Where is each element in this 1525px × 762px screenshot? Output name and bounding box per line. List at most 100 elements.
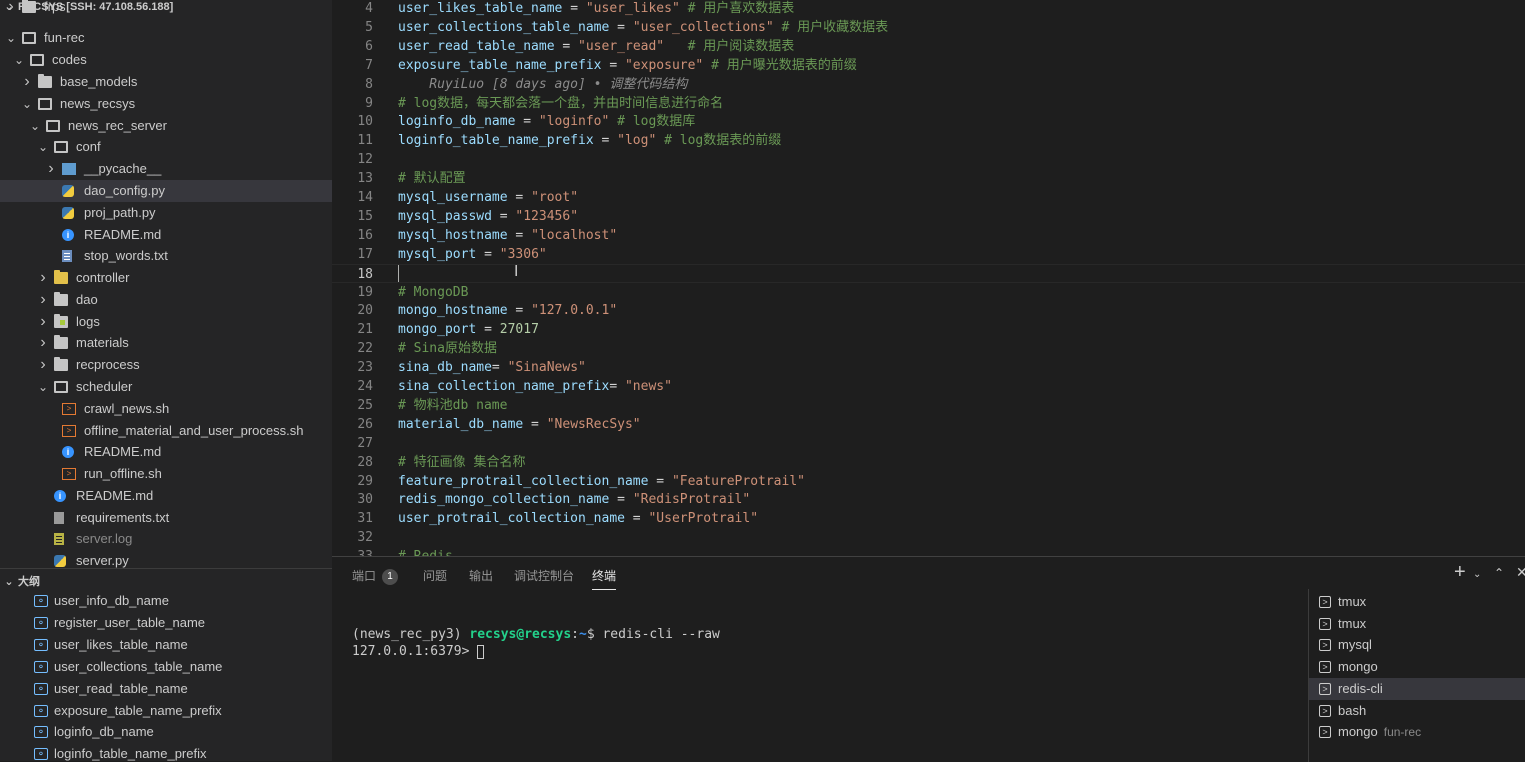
- chevron-right-icon: ›: [40, 313, 46, 330]
- tree-item[interactable]: ⌄ conf: [0, 136, 332, 158]
- terminal-instance[interactable]: > mysql: [1309, 634, 1525, 656]
- code-text: feature_protrail_collection_name = "Feat…: [398, 472, 805, 491]
- tree-item[interactable]: proj_path.py: [0, 202, 332, 224]
- code-token: 27017: [499, 322, 539, 338]
- terminal-cursor: [477, 644, 485, 659]
- tree-item[interactable]: i README.md: [0, 485, 332, 507]
- panel-tab[interactable]: 问题: [423, 567, 447, 589]
- code-token: "SinaNews": [507, 360, 586, 376]
- panel-tab-label: 输出: [469, 569, 494, 583]
- tree-item[interactable]: › recprocess: [0, 354, 332, 376]
- tree-item[interactable]: > crawl_news.sh: [0, 398, 332, 420]
- code-line: 14 mysql_username = "root": [332, 188, 1525, 207]
- code-token: "user_read": [578, 38, 665, 54]
- code-line: 25 # 物料池db name: [332, 396, 1525, 415]
- outline-item[interactable]: ⚬ user_read_table_name: [0, 678, 332, 700]
- folder-icon: [54, 357, 68, 371]
- tree-item[interactable]: › logs: [0, 311, 332, 333]
- chevron-down-icon: ⌄: [21, 97, 33, 111]
- tree-item[interactable]: › __pycache__: [0, 158, 332, 180]
- tree-item[interactable]: i README.md: [0, 224, 332, 246]
- folder-icon: [54, 335, 68, 349]
- code-token: material_db_name: [398, 416, 524, 432]
- tree-item[interactable]: > run_offline.sh: [0, 463, 332, 485]
- sidebar: ⌄ RECSYS [SSH: 47.108.56.188] › frps ⌄ fun-r…: [0, 0, 332, 761]
- line-number: 31: [357, 511, 373, 527]
- code-token: user_read_table_name: [398, 38, 555, 54]
- terminal-instance[interactable]: > bash: [1309, 700, 1525, 722]
- outline-header[interactable]: ⌄ 大纲: [0, 573, 332, 588]
- tree-item[interactable]: › base_models: [0, 71, 332, 93]
- panel-tab[interactable]: 端口 1: [352, 567, 399, 589]
- code-line: 19 # MongoDB: [332, 283, 1525, 302]
- tree-item[interactable]: ⌄ codes: [0, 49, 332, 71]
- terminal-instance[interactable]: > mongo: [1309, 656, 1525, 678]
- code-token: =: [624, 511, 649, 527]
- text-file-icon: [62, 250, 72, 262]
- terminal-instance[interactable]: > redis-cli: [1309, 677, 1525, 700]
- tree-item[interactable]: > offline_material_and_user_process.sh: [0, 420, 332, 442]
- tree-item[interactable]: server.py: [0, 550, 332, 568]
- terminal-instance[interactable]: > tmux: [1309, 591, 1525, 613]
- outline-item[interactable]: ⚬ user_info_db_name: [0, 590, 332, 612]
- outline-item[interactable]: ⚬ user_likes_table_name: [0, 634, 332, 656]
- outline-item[interactable]: ⚬ exposure_table_name_prefix: [0, 700, 332, 722]
- chevron-right-icon: ›: [40, 356, 46, 373]
- tree-item[interactable]: dao_config.py: [0, 180, 332, 202]
- tree-item-label: run_offline.sh: [84, 466, 162, 481]
- terminal-instance[interactable]: > tmux: [1309, 613, 1525, 635]
- tree-item[interactable]: › dao: [0, 289, 332, 311]
- panel-tab[interactable]: 调试控制台: [514, 567, 574, 589]
- code-token: # MongoDB: [398, 284, 469, 300]
- code-line: 5 user_collections_table_name = "user_col…: [332, 18, 1525, 37]
- tree-item[interactable]: i README.md: [0, 441, 332, 463]
- tree-item[interactable]: stop_words.txt: [0, 245, 332, 267]
- code-token: user_collections_table_name: [398, 19, 610, 35]
- chevron-right-icon: ›: [24, 73, 30, 90]
- tree-item[interactable]: › frps: [0, 0, 332, 18]
- maximize-panel-icon[interactable]: ⌃: [1494, 566, 1504, 580]
- python-file-icon: [62, 207, 74, 219]
- chevron-down-icon[interactable]: ⌄: [1473, 569, 1481, 580]
- outline-item-label: register_user_table_name: [54, 614, 206, 630]
- tree-item[interactable]: requirements.txt: [0, 507, 332, 529]
- ibeam-cursor-icon: I: [514, 262, 519, 280]
- code-line: 8 RuyiLuo [8 days ago] • 调整代码结构: [332, 75, 1525, 94]
- tree-item[interactable]: › controller: [0, 267, 332, 289]
- code-token: =: [507, 303, 532, 319]
- outline-item[interactable]: ⚬ user_collections_table_name: [0, 656, 332, 678]
- code-editor[interactable]: 4 user_likes_table_name = "user_likes" # …: [332, 0, 1525, 556]
- code-token: =: [601, 57, 625, 73]
- code-token: loginfo_db_name: [398, 114, 516, 130]
- close-panel-icon[interactable]: ✕: [1516, 564, 1525, 581]
- tree-item[interactable]: ⌄ news_rec_server: [0, 115, 332, 137]
- tree-item-label: stop_words.txt: [84, 248, 168, 263]
- outline-item-label: loginfo_db_name: [54, 724, 154, 740]
- code-line: 32: [332, 528, 1525, 547]
- panel-tab[interactable]: 输出: [469, 567, 493, 589]
- panel-tab[interactable]: 终端: [592, 567, 617, 590]
- code-token: "3306": [499, 246, 547, 262]
- outline-item-label: user_info_db_name: [54, 593, 169, 608]
- code-text: redis_mongo_collection_name = "RedisProt…: [398, 490, 750, 509]
- folder-open-icon: [54, 381, 68, 393]
- code-token: # log数据，每天都会落一个盘，并由时间信息进行命名: [398, 95, 724, 111]
- tree-item[interactable]: server.log: [0, 528, 332, 550]
- code-token: "123456": [515, 208, 579, 224]
- variable-icon: ⚬: [34, 660, 48, 673]
- line-number: 8: [365, 76, 373, 92]
- outline-item-label: user_read_table_name: [54, 680, 188, 696]
- new-terminal-icon[interactable]: +: [1454, 561, 1466, 584]
- outline-item[interactable]: ⚬ loginfo_db_name: [0, 721, 332, 743]
- outline-item[interactable]: ⚬ register_user_table_name: [0, 612, 332, 634]
- tree-item[interactable]: ⌄ news_recsys: [0, 93, 332, 115]
- tree-item-label: __pycache__: [84, 161, 162, 176]
- line-number: 23: [357, 360, 373, 376]
- terminal-instance[interactable]: > mongo fun-rec: [1309, 721, 1525, 743]
- shell-file-icon: >: [62, 468, 76, 480]
- outline-item[interactable]: ⚬ loginfo_table_name_prefix: [0, 743, 332, 761]
- tree-item[interactable]: ⌄ scheduler: [0, 376, 332, 398]
- terminal-output[interactable]: (news_rec_py3) recsys@recsys:~$ redis-cl…: [352, 609, 720, 660]
- tree-item[interactable]: › materials: [0, 332, 332, 354]
- tree-item[interactable]: ⌄ fun-rec: [0, 27, 332, 49]
